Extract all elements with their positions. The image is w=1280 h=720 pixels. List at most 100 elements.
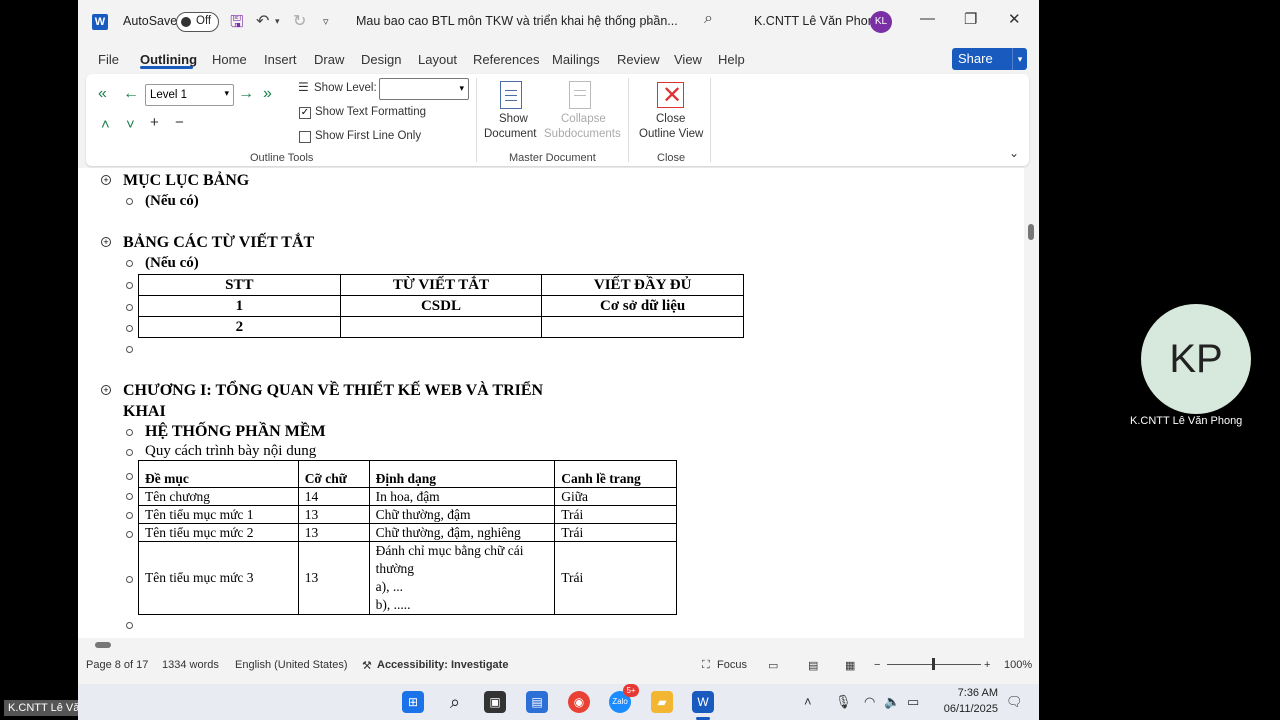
document-title[interactable]: Mau bao cao BTL môn TKW và triển khai hệ…: [356, 14, 678, 28]
table-cell[interactable]: Giữa: [554, 487, 677, 506]
horizontal-scroll-thumb[interactable]: [95, 642, 111, 648]
vertical-scroll-thumb[interactable]: [1028, 224, 1034, 240]
table-cell[interactable]: Cơ sở dữ liệu: [541, 295, 744, 317]
store-icon[interactable]: ▤: [526, 691, 548, 713]
expand-heading-icon[interactable]: +: [101, 175, 111, 185]
tab-home[interactable]: Home: [212, 52, 247, 67]
table-cell[interactable]: Đánh chỉ mục bằng chữ cái thường a), ...…: [368, 541, 556, 615]
document-page[interactable]: + MỤC LỤC BẢNG (Nếu có) + BẢNG CÁC TỪ VI…: [78, 168, 1024, 638]
show-document-label-2[interactable]: Document: [484, 128, 536, 140]
start-icon[interactable]: ⊞: [402, 691, 424, 713]
show-document-label-1[interactable]: Show: [499, 113, 528, 125]
language-status[interactable]: English (United States): [235, 659, 348, 671]
table-cell[interactable]: 1: [138, 295, 341, 317]
clock[interactable]: 7:36 AM 06/11/2025: [934, 685, 998, 717]
search-icon[interactable]: ⌕: [704, 10, 713, 28]
volume-icon[interactable]: 🔈: [884, 694, 900, 710]
table-cell[interactable]: 2: [138, 316, 341, 338]
undo-dropdown-icon[interactable]: ▾: [275, 16, 280, 27]
tab-review[interactable]: Review: [617, 52, 660, 67]
focus-button[interactable]: Focus: [717, 659, 747, 671]
title-chevron-down-icon[interactable]: ⌄: [645, 16, 653, 27]
promote-icon[interactable]: ←: [123, 85, 139, 103]
customize-toolbar-icon[interactable]: ▿: [323, 15, 329, 28]
table-cell[interactable]: Chữ thường, đậm, nghiêng: [368, 523, 556, 542]
table-cell[interactable]: In hoa, đậm: [368, 487, 556, 506]
chrome-icon[interactable]: ◉: [568, 691, 590, 713]
move-up-icon[interactable]: ˄: [101, 116, 110, 133]
zoom-out-icon[interactable]: −: [874, 659, 880, 671]
table-cell[interactable]: Trái: [554, 505, 677, 524]
table-cell[interactable]: Tên tiểu mục mức 3: [138, 541, 299, 615]
table-cell[interactable]: Tên chương: [138, 487, 299, 506]
file-explorer-icon[interactable]: ▰: [651, 691, 673, 713]
table-cell[interactable]: 13: [297, 541, 370, 615]
table-cell[interactable]: CSDL: [339, 295, 543, 317]
save-icon[interactable]: 🖫: [230, 11, 244, 38]
search-icon[interactable]: ⌕: [444, 691, 466, 713]
table-cell[interactable]: Trái: [554, 523, 677, 542]
outline-level-select[interactable]: Level 1 ▾: [145, 84, 234, 106]
task-view-icon[interactable]: ▣: [484, 691, 506, 713]
print-layout-icon[interactable]: ▤: [808, 659, 818, 672]
accessibility-status[interactable]: Accessibility: Investigate: [377, 659, 508, 671]
tab-outlining[interactable]: Outlining: [140, 52, 197, 67]
redo-icon[interactable]: ↻: [293, 11, 306, 31]
microphone-icon[interactable]: 🎙: [835, 694, 852, 710]
table-cell[interactable]: Tên tiểu mục mức 2: [138, 523, 299, 542]
close-outline-label-2[interactable]: Outline View: [639, 128, 703, 140]
expand-icon[interactable]: +: [150, 114, 159, 131]
tray-chevron-up-icon[interactable]: ˄: [804, 694, 812, 709]
show-first-line-only-checkbox[interactable]: [299, 131, 311, 143]
notifications-icon[interactable]: 🗨: [1006, 694, 1023, 710]
read-mode-icon[interactable]: ▭: [768, 659, 778, 672]
table-cell[interactable]: [541, 316, 744, 338]
tab-mailings[interactable]: Mailings: [552, 52, 600, 67]
collapse-ribbon-icon[interactable]: ⌄: [1009, 146, 1019, 160]
share-dropdown-icon[interactable]: ▾: [1012, 48, 1027, 70]
close-window-icon[interactable]: ✕: [1008, 10, 1021, 28]
tab-layout[interactable]: Layout: [418, 52, 457, 67]
tab-help[interactable]: Help: [718, 52, 745, 67]
table-cell[interactable]: 13: [297, 505, 370, 524]
minimize-icon[interactable]: —: [920, 10, 935, 27]
tab-references[interactable]: References: [473, 52, 539, 67]
close-outline-label-1[interactable]: Close: [656, 113, 685, 125]
battery-icon[interactable]: ▭: [907, 694, 919, 710]
table-cell[interactable]: [339, 316, 543, 338]
zoom-in-icon[interactable]: +: [984, 659, 990, 671]
web-layout-icon[interactable]: ▦: [845, 659, 855, 672]
promote-to-heading1-icon[interactable]: «: [98, 85, 107, 103]
table-cell[interactable]: Chữ thường, đậm: [368, 505, 556, 524]
page-count[interactable]: Page 8 of 17: [86, 659, 148, 671]
tab-draw[interactable]: Draw: [314, 52, 344, 67]
show-text-formatting-checkbox[interactable]: ✓: [299, 107, 311, 119]
show-level-select[interactable]: ▾: [379, 78, 469, 100]
zoom-slider-thumb[interactable]: [932, 658, 935, 670]
move-down-icon[interactable]: ˅: [126, 116, 135, 133]
zoom-level[interactable]: 100%: [1004, 659, 1032, 671]
account-avatar[interactable]: KL: [870, 11, 892, 33]
word-count[interactable]: 1334 words: [162, 659, 219, 671]
tab-view[interactable]: View: [674, 52, 702, 67]
undo-icon[interactable]: ↶: [256, 11, 269, 31]
tab-file[interactable]: File: [98, 52, 119, 67]
collapse-icon[interactable]: −: [175, 114, 184, 131]
table-cell[interactable]: Tên tiểu mục mức 1: [138, 505, 299, 524]
horizontal-scrollbar[interactable]: [78, 638, 1024, 652]
table-cell[interactable]: 13: [297, 523, 370, 542]
table-cell[interactable]: Trái: [554, 541, 677, 615]
tab-insert[interactable]: Insert: [264, 52, 297, 67]
vertical-scrollbar[interactable]: [1024, 168, 1039, 638]
expand-heading-icon[interactable]: +: [101, 385, 111, 395]
word-taskbar-icon[interactable]: W: [692, 691, 714, 713]
share-button[interactable]: Share ▾: [952, 48, 1027, 70]
wifi-icon[interactable]: ◠: [864, 694, 875, 710]
demote-icon[interactable]: →: [238, 85, 254, 103]
tab-design[interactable]: Design: [361, 52, 401, 67]
expand-heading-icon[interactable]: +: [101, 237, 111, 247]
demote-to-body-text-icon[interactable]: »: [263, 85, 272, 103]
close-outline-view-icon[interactable]: ✕: [657, 82, 684, 109]
restore-icon[interactable]: ❐: [964, 10, 977, 28]
autosave-toggle[interactable]: Off: [176, 12, 219, 32]
